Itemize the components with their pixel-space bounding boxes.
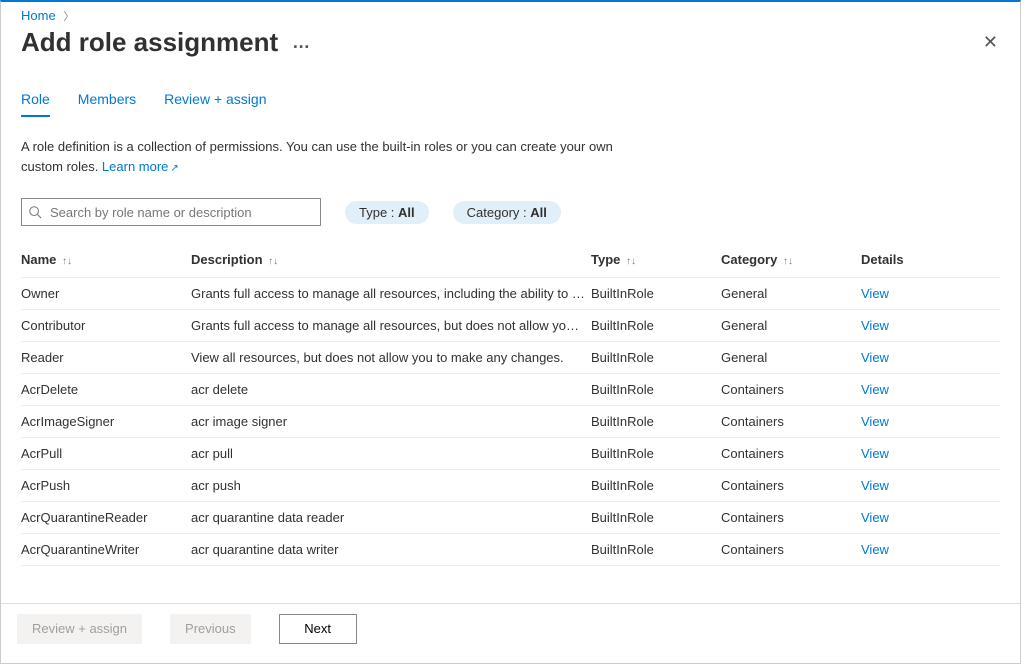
role-type: BuiltInRole <box>591 534 721 566</box>
role-category: General <box>721 342 861 374</box>
role-type: BuiltInRole <box>591 310 721 342</box>
search-icon <box>28 205 42 219</box>
role-category: General <box>721 278 861 310</box>
external-link-icon: ↗ <box>170 163 178 174</box>
roles-table: Name ↑↓ Description ↑↓ Type ↑↓ Category … <box>21 244 1000 566</box>
filter-category-label: Category : <box>467 205 531 220</box>
col-details: Details <box>861 244 1000 278</box>
role-type: BuiltInRole <box>591 374 721 406</box>
filter-category-pill[interactable]: Category : All <box>453 201 561 224</box>
filter-type-label: Type : <box>359 205 398 220</box>
role-category: Containers <box>721 374 861 406</box>
filter-category-value: All <box>530 205 547 220</box>
role-view-link[interactable]: View <box>861 478 889 493</box>
search-input-wrapper[interactable] <box>21 198 321 226</box>
role-description: View all resources, but does not allow y… <box>191 342 591 374</box>
next-button[interactable]: Next <box>279 614 357 644</box>
filter-type-pill[interactable]: Type : All <box>345 201 429 224</box>
col-description-label: Description <box>191 252 263 267</box>
role-description: acr pull <box>191 438 591 470</box>
role-name: AcrDelete <box>21 374 191 406</box>
filter-type-value: All <box>398 205 415 220</box>
role-view-link[interactable]: View <box>861 542 889 557</box>
role-view-link[interactable]: View <box>861 414 889 429</box>
table-row[interactable]: AcrQuarantineReaderacr quarantine data r… <box>21 502 1000 534</box>
col-category[interactable]: Category ↑↓ <box>721 244 861 278</box>
learn-more-link[interactable]: Learn more↗ <box>102 159 179 174</box>
role-view-link[interactable]: View <box>861 382 889 397</box>
learn-more-text: Learn more <box>102 159 168 174</box>
role-view-link[interactable]: View <box>861 350 889 365</box>
col-category-label: Category <box>721 252 777 267</box>
role-name: AcrQuarantineWriter <box>21 534 191 566</box>
sort-icon: ↑↓ <box>783 256 793 267</box>
role-view-link[interactable]: View <box>861 446 889 461</box>
review-assign-button: Review + assign <box>17 614 142 644</box>
page-title-text: Add role assignment <box>21 27 278 58</box>
table-row[interactable]: AcrPushacr pushBuiltInRoleContainersView <box>21 470 1000 502</box>
role-name: Contributor <box>21 310 191 342</box>
col-name[interactable]: Name ↑↓ <box>21 244 191 278</box>
footer: Review + assign Previous Next <box>1 603 1020 654</box>
col-type-label: Type <box>591 252 620 267</box>
sort-icon: ↑↓ <box>626 256 636 267</box>
description: A role definition is a collection of per… <box>21 137 641 176</box>
role-description: acr quarantine data reader <box>191 502 591 534</box>
role-name: AcrPush <box>21 470 191 502</box>
table-row[interactable]: ContributorGrants full access to manage … <box>21 310 1000 342</box>
tab-role[interactable]: Role <box>21 87 50 117</box>
table-row[interactable]: AcrDeleteacr deleteBuiltInRoleContainers… <box>21 374 1000 406</box>
tab-members[interactable]: Members <box>78 87 136 117</box>
role-category: General <box>721 310 861 342</box>
table-row[interactable]: AcrQuarantineWriteracr quarantine data w… <box>21 534 1000 566</box>
sort-icon: ↑↓ <box>268 256 278 267</box>
role-name: AcrImageSigner <box>21 406 191 438</box>
chevron-right-icon: 〉 <box>63 11 74 23</box>
search-input[interactable] <box>48 204 314 221</box>
col-type[interactable]: Type ↑↓ <box>591 244 721 278</box>
role-category: Containers <box>721 502 861 534</box>
tabs: Role Members Review + assign <box>21 87 1000 117</box>
more-icon[interactable]: … <box>292 32 311 53</box>
role-description: Grants full access to manage all resourc… <box>191 310 591 342</box>
role-type: BuiltInRole <box>591 438 721 470</box>
role-description: acr push <box>191 470 591 502</box>
role-type: BuiltInRole <box>591 502 721 534</box>
tab-review-assign[interactable]: Review + assign <box>164 87 266 117</box>
breadcrumb: Home 〉 <box>1 2 1020 24</box>
role-type: BuiltInRole <box>591 342 721 374</box>
role-description: acr quarantine data writer <box>191 534 591 566</box>
role-view-link[interactable]: View <box>861 318 889 333</box>
role-type: BuiltInRole <box>591 278 721 310</box>
role-description: acr delete <box>191 374 591 406</box>
table-row[interactable]: OwnerGrants full access to manage all re… <box>21 278 1000 310</box>
role-category: Containers <box>721 470 861 502</box>
role-category: Containers <box>721 534 861 566</box>
table-row[interactable]: AcrImageSigneracr image signerBuiltInRol… <box>21 406 1000 438</box>
col-details-label: Details <box>861 252 904 267</box>
close-icon[interactable]: ✕ <box>977 26 1004 59</box>
col-description[interactable]: Description ↑↓ <box>191 244 591 278</box>
sort-icon: ↑↓ <box>62 256 72 267</box>
role-description: acr image signer <box>191 406 591 438</box>
role-view-link[interactable]: View <box>861 510 889 525</box>
previous-button: Previous <box>170 614 251 644</box>
page-title: Add role assignment … <box>21 27 311 58</box>
role-name: AcrPull <box>21 438 191 470</box>
role-category: Containers <box>721 406 861 438</box>
breadcrumb-home[interactable]: Home <box>21 8 56 23</box>
role-type: BuiltInRole <box>591 470 721 502</box>
horizontal-scrollbar[interactable] <box>1 654 1020 663</box>
table-row[interactable]: ReaderView all resources, but does not a… <box>21 342 1000 374</box>
role-type: BuiltInRole <box>591 406 721 438</box>
role-name: Reader <box>21 342 191 374</box>
role-category: Containers <box>721 438 861 470</box>
role-description: Grants full access to manage all resourc… <box>191 278 591 310</box>
col-name-label: Name <box>21 252 56 267</box>
role-name: Owner <box>21 278 191 310</box>
table-row[interactable]: AcrPullacr pullBuiltInRoleContainersView <box>21 438 1000 470</box>
role-name: AcrQuarantineReader <box>21 502 191 534</box>
role-view-link[interactable]: View <box>861 286 889 301</box>
